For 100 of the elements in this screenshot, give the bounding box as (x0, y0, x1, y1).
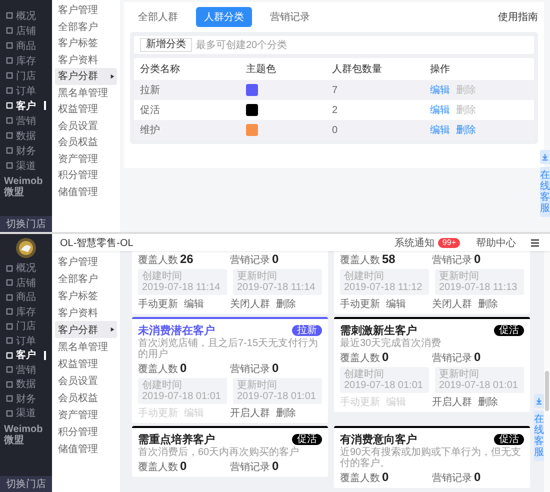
card-action-link[interactable]: 开启人群 (230, 406, 276, 420)
subnav-item[interactable]: 客户资料 (55, 304, 117, 321)
new-category-button[interactable]: 新增分类 (140, 38, 192, 52)
subnav-item[interactable]: 全部客户 (55, 270, 117, 287)
card-action-link[interactable]: 关闭人群 (432, 297, 478, 311)
subnav-item[interactable]: 客户管理 (55, 253, 117, 270)
subnav-item[interactable]: 会员权益 (55, 134, 117, 150)
sidebar-item[interactable]: 营销 (0, 362, 52, 377)
store-logo[interactable] (16, 238, 36, 258)
sidebar-item[interactable]: 门店 (0, 68, 52, 83)
action-link[interactable]: 编辑 (430, 83, 450, 97)
card-action-link[interactable]: 编辑 (386, 297, 432, 311)
card-action-link[interactable]: 删除 (478, 297, 524, 311)
subnav-item[interactable]: 客户资料 (55, 52, 117, 68)
subnav-item[interactable]: 客户管理 (55, 2, 117, 18)
subnav-item[interactable]: 资产管理 (55, 150, 117, 167)
sidebar-item[interactable]: 数据 (0, 377, 52, 392)
stat-value: 0 (180, 460, 187, 472)
tab[interactable]: 全部人群 (130, 7, 186, 27)
sidebar-item[interactable]: 客户 (0, 98, 52, 113)
square-icon (6, 380, 13, 388)
square-icon (6, 27, 13, 34)
subnav-item[interactable]: 黑名单管理 (55, 84, 117, 101)
sidebar-item[interactable]: 概况 (0, 8, 52, 23)
table-cell-text: 7 (331, 84, 339, 96)
stat-label: 覆盖人数 (138, 460, 178, 474)
download-icon[interactable] (540, 150, 550, 164)
date-value: 2019-07-18 11:14 (142, 282, 222, 293)
notice-link[interactable]: 系统通知 (394, 236, 434, 250)
sidebar-item[interactable]: 财务 (0, 143, 52, 158)
card-action-link[interactable]: 手动更新 (138, 297, 184, 311)
square-icon (6, 147, 13, 154)
sidebar-item[interactable]: 库存 (0, 304, 52, 319)
tab[interactable]: 人群分类 (196, 7, 252, 27)
sidebar-item[interactable]: 渠道 (0, 406, 52, 420)
square-icon (6, 57, 13, 64)
sidebar-item[interactable]: 门店 (0, 319, 52, 334)
scrollbar[interactable] (544, 251, 550, 492)
subnav-item[interactable]: 权益管理 (55, 101, 117, 118)
sidebar-item[interactable]: 渠道 (0, 158, 52, 173)
action-link[interactable]: 删除 (456, 123, 476, 137)
subnav-item[interactable]: 储值管理 (55, 184, 117, 200)
subnav-item[interactable]: 资产管理 (55, 406, 117, 423)
card-action-link[interactable]: 删除 (478, 395, 524, 409)
date-label: 更新时间 (439, 369, 480, 380)
action-link[interactable]: 编辑 (430, 103, 450, 117)
card-description: 最近30天完成首次消费 (340, 338, 442, 349)
subnav-item[interactable]: 黑名单管理 (55, 338, 117, 355)
subnav-item[interactable]: 会员设置 (55, 372, 117, 389)
sidebar-item[interactable]: 财务 (0, 392, 52, 406)
caret-icon (110, 327, 115, 332)
subnav-item[interactable]: 客户标签 (55, 287, 117, 304)
help-link[interactable]: 帮助中心 (476, 236, 516, 250)
card-action-link[interactable]: 开启人群 (432, 395, 478, 409)
sidebar-item[interactable]: 店铺 (0, 23, 52, 38)
action-link[interactable]: 编辑 (430, 123, 450, 137)
sidebar-item[interactable]: 概况 (0, 261, 52, 276)
subnav-item[interactable]: 全部客户 (55, 18, 117, 35)
table-cell-text: 拉新 (139, 84, 161, 97)
card-title: 需重点培养客户 (138, 432, 215, 446)
subnav-item[interactable]: 会员权益 (55, 389, 117, 406)
sidebar-item[interactable]: 营销 (0, 113, 52, 128)
subnav-item[interactable]: 客户标签 (55, 35, 117, 52)
date-label: 更新时间 (237, 271, 278, 282)
subnav-item[interactable]: 客户分群 (55, 68, 117, 84)
sidebar-item[interactable]: 订单 (0, 334, 52, 348)
switch-store-button[interactable]: 切换门店 (0, 216, 52, 232)
stat-label: 营销记录 (230, 460, 270, 474)
card-action-link[interactable]: 编辑 (184, 297, 230, 311)
sidebar-item[interactable]: 数据 (0, 128, 52, 143)
card-action-link[interactable]: 手动更新 (340, 297, 386, 311)
subnav-item[interactable]: 会员设置 (55, 118, 117, 134)
subnav-item[interactable]: 客户分群 (55, 321, 117, 338)
sidebar-item[interactable]: 库存 (0, 53, 52, 68)
square-icon (6, 410, 13, 417)
card-action-link[interactable]: 关闭人群 (230, 297, 276, 311)
subnav-item[interactable]: 积分管理 (55, 167, 117, 184)
sidebar-item[interactable]: 客户 (0, 348, 52, 362)
download-icon[interactable] (534, 394, 544, 408)
sidebar-item[interactable]: 商品 (0, 38, 52, 53)
guide-link[interactable]: 使用指南 (498, 10, 538, 24)
square-icon (6, 132, 13, 139)
subnav-item[interactable]: 储值管理 (55, 440, 117, 457)
card-action-link[interactable]: 删除 (276, 406, 322, 420)
square-icon (6, 102, 13, 109)
sidebar-item[interactable]: 订单 (0, 83, 52, 98)
sidebar-item[interactable]: 商品 (0, 290, 52, 304)
card-action-link[interactable]: 删除 (276, 297, 322, 311)
table-cell-text: 维护 (139, 124, 161, 137)
date-label: 创建时间 (344, 271, 385, 282)
date-value: 2019-07-18 01:01 (142, 391, 222, 402)
switch-store-button[interactable]: 切换门店 (0, 476, 52, 492)
stat-value: 0 (272, 460, 279, 472)
card-description: 首次浏览店铺，且之后7-15天无支付行为的用户 (138, 338, 320, 360)
subnav-item[interactable]: 权益管理 (55, 355, 117, 372)
sidebar-item[interactable]: 店铺 (0, 276, 52, 290)
subnav-item[interactable]: 积分管理 (55, 423, 117, 440)
menu-icon[interactable] (530, 238, 540, 248)
stat-value: 0 (272, 362, 279, 374)
tab[interactable]: 营销记录 (262, 7, 318, 27)
